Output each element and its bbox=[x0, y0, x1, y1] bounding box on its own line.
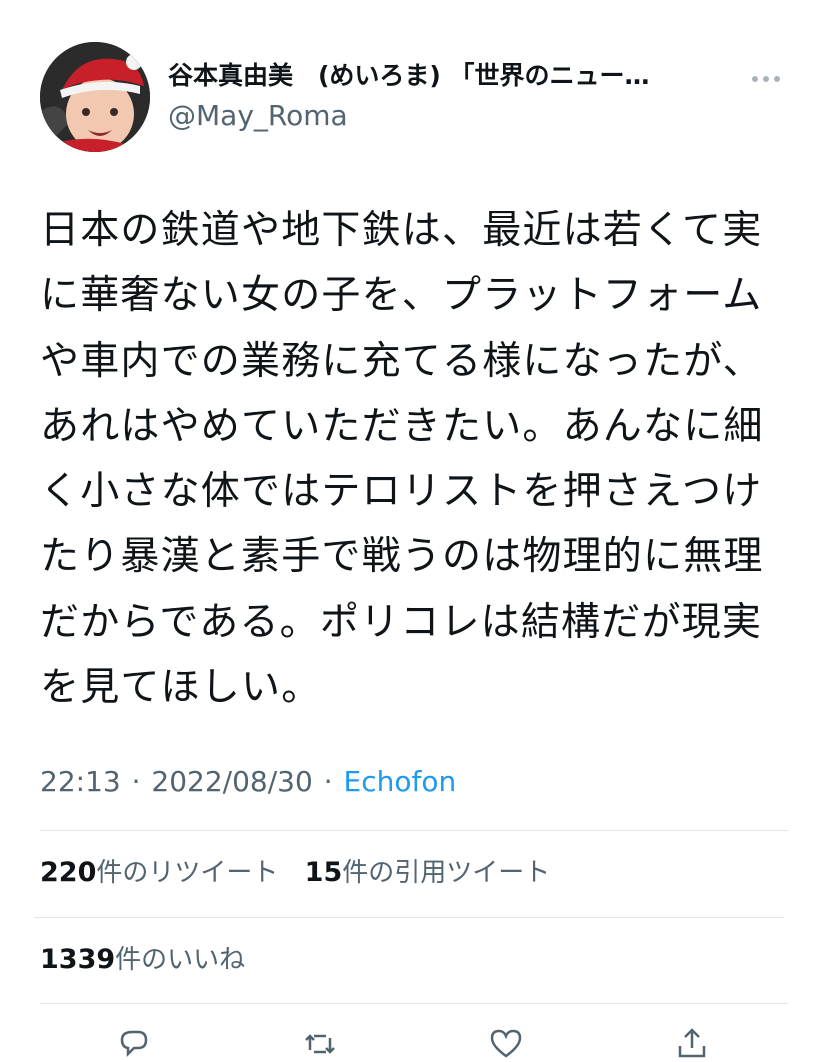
likes-count: 1339 bbox=[40, 944, 116, 975]
avatar[interactable] bbox=[40, 42, 150, 152]
quotes-label: 件の引用ツイート bbox=[342, 858, 551, 888]
retweets-stat[interactable]: 220件のリツイート bbox=[40, 857, 279, 888]
action-bar bbox=[40, 1018, 790, 1058]
retweets-count: 220 bbox=[40, 857, 97, 888]
quotes-stat[interactable]: 15件の引用ツイート bbox=[304, 857, 551, 888]
retweets-label: 件のリツイート bbox=[96, 858, 279, 888]
tweet-header: 谷本真由美 (めいろま) 「世界のニュー… @May_Roma bbox=[40, 42, 790, 154]
divider bbox=[40, 1003, 788, 1004]
display-name[interactable]: 谷本真由美 (めいろま) 「世界のニュー… bbox=[168, 58, 748, 94]
more-options-icon bbox=[774, 76, 780, 82]
more-options-icon bbox=[752, 76, 758, 82]
more-options-button[interactable] bbox=[746, 64, 786, 94]
likes-stats-row: 1339件のいいね bbox=[40, 940, 245, 980]
likes-label: 件のいいね bbox=[115, 945, 246, 975]
meta-separator: · bbox=[131, 765, 141, 798]
divider bbox=[34, 917, 784, 918]
quotes-count: 15 bbox=[304, 857, 343, 888]
author-block: 谷本真由美 (めいろま) 「世界のニュー… @May_Roma bbox=[168, 58, 748, 136]
share-icon[interactable] bbox=[674, 1026, 710, 1062]
handle[interactable]: @May_Roma bbox=[168, 96, 748, 136]
retweet-icon[interactable] bbox=[302, 1026, 338, 1062]
likes-stat[interactable]: 1339件のいいね bbox=[40, 944, 246, 975]
tweet-meta: 22:13 · 2022/08/30 · Echofon bbox=[40, 762, 456, 802]
divider bbox=[40, 830, 788, 831]
tweet-text: 日本の鉄道や地下鉄は、最近は若くて実に華奢ない女の子を、プラットフォームや車内で… bbox=[40, 208, 764, 711]
meta-separator: · bbox=[323, 765, 333, 798]
more-options-icon bbox=[763, 76, 769, 82]
like-icon[interactable] bbox=[488, 1026, 524, 1062]
reply-icon[interactable] bbox=[116, 1026, 152, 1062]
tweet-time[interactable]: 22:13 bbox=[40, 765, 121, 798]
retweet-stats-row: 220件のリツイート 15件の引用ツイート bbox=[40, 853, 550, 893]
tweet-date[interactable]: 2022/08/30 bbox=[151, 765, 312, 798]
source-link[interactable]: Echofon bbox=[344, 765, 457, 798]
baby-in-santa-hat-avatar-icon bbox=[40, 42, 150, 152]
